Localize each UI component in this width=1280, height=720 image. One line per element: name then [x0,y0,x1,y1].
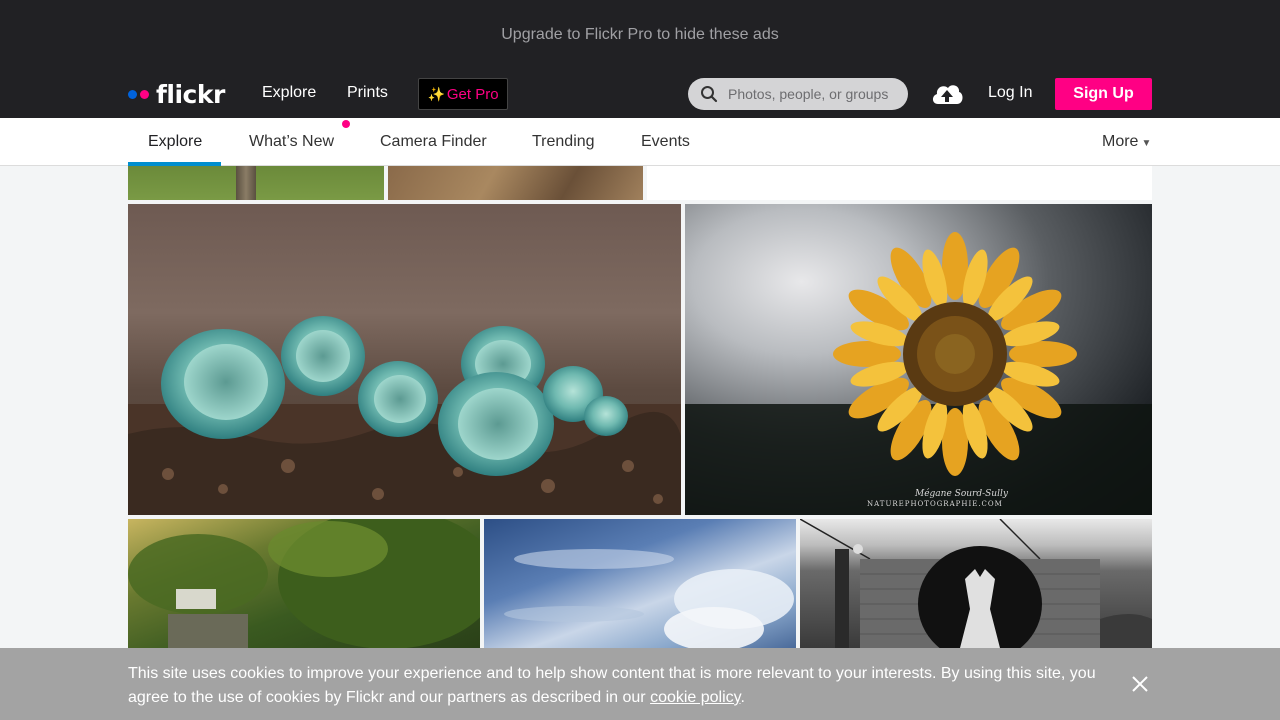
signup-button[interactable]: Sign Up [1055,78,1152,110]
nav-explore-link[interactable]: Explore [262,84,316,102]
close-icon[interactable] [1129,673,1151,695]
cookie-message: This site uses cookies to improve your e… [128,662,1098,710]
tree-trunk-shape [236,166,256,200]
photo-liberty-graffiti[interactable] [800,519,1152,648]
top-navigation: flickr Explore Prints ✨ Get Pro Log In S… [0,70,1280,118]
hedge-illustration [128,519,480,648]
tab-camera-finder[interactable]: Camera Finder [380,133,487,151]
sunflower-illustration: Mégane Sourd-Sully NATUREPHOTOGRAPHIE.CO… [685,232,1152,515]
photo-sunflower[interactable]: Mégane Sourd-Sully NATUREPHOTOGRAPHIE.CO… [685,204,1152,515]
tab-trending[interactable]: Trending [532,133,595,151]
search-bar[interactable] [688,78,908,110]
login-link[interactable]: Log In [988,84,1032,102]
get-pro-button[interactable]: ✨ Get Pro [418,78,508,110]
cookie-text: This site uses cookies to improve your e… [128,665,1096,706]
search-input[interactable] [728,86,893,102]
photo-cloudy-sky[interactable] [484,519,796,648]
graffiti-illustration [800,519,1152,648]
flickr-logo[interactable]: flickr [128,79,225,109]
cookie-end: . [740,689,745,706]
more-label: More [1102,133,1139,150]
sparkles-icon: ✨ [427,85,445,102]
caret-down-icon: ▼ [1141,138,1152,149]
tab-explore[interactable]: Explore [148,133,202,151]
nav-prints-link[interactable]: Prints [347,84,388,102]
watermark-signature: Mégane Sourd-Sully [914,488,1009,499]
ad-text[interactable]: Upgrade to Flickr Pro to hide these ads [501,26,778,44]
logo-blue-dot [128,89,137,99]
logo-pink-dot [140,89,149,99]
cloud-upload-icon [932,85,963,104]
search-icon [701,86,718,103]
sky-illustration [504,549,794,648]
get-pro-label: Get Pro [446,85,499,103]
sub-navigation: Explore What’s New Camera Finder Trendin… [0,118,1280,166]
logo-text: flickr [156,79,225,109]
cookie-banner: This site uses cookies to improve your e… [0,648,1280,720]
watermark-site: NATUREPHOTOGRAPHIE.COM [867,500,1003,508]
ad-banner[interactable]: Upgrade to Flickr Pro to hide these ads [0,0,1280,70]
more-menu[interactable]: More ▼ [1102,133,1151,151]
upload-button[interactable] [930,80,964,113]
photo-hedge-lane[interactable] [128,519,480,648]
fungi-illustration [128,316,681,515]
whats-new-badge [342,120,350,128]
photo-tree-trunk[interactable] [128,166,384,200]
photo-elf-cup-fungi[interactable] [128,204,681,515]
photo-white[interactable] [647,166,1152,200]
tab-whats-new[interactable]: What’s New [249,133,334,151]
photo-mountain[interactable] [388,166,643,200]
cookie-policy-link[interactable]: cookie policy [650,689,740,706]
tab-events[interactable]: Events [641,133,690,151]
